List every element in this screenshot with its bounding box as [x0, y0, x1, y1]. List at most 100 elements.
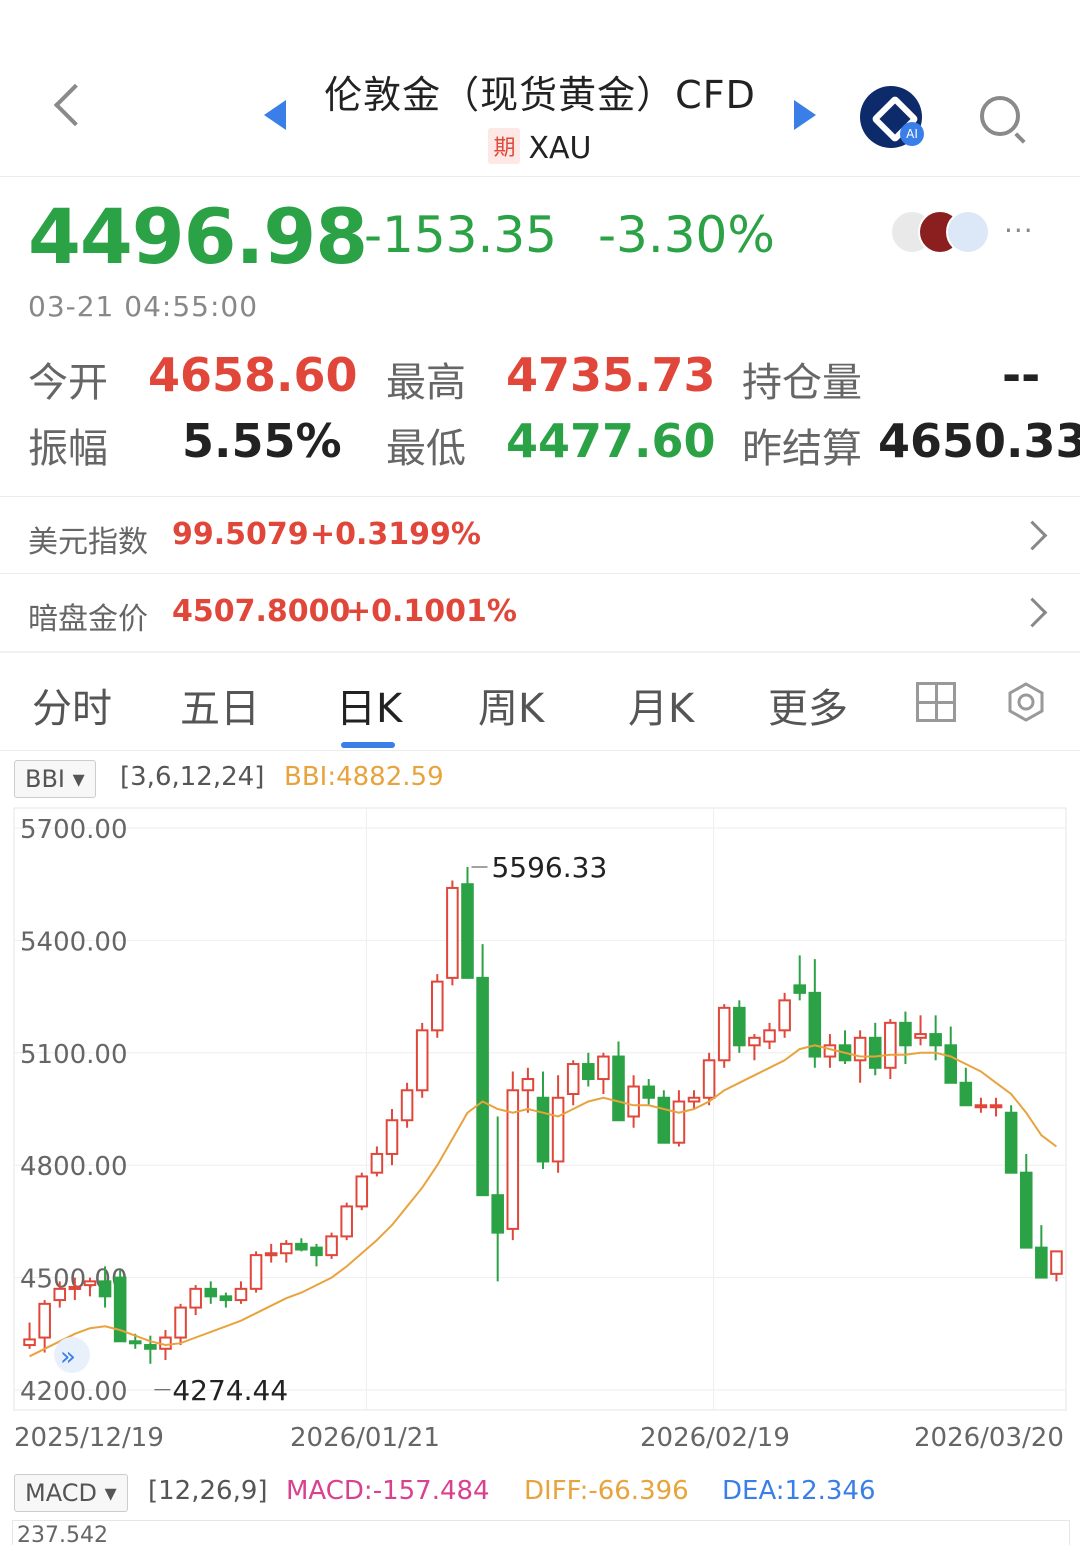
back-icon[interactable]	[53, 83, 97, 127]
weibo-icon	[946, 210, 990, 254]
candle-body	[884, 1021, 897, 1069]
related-label: 美元指数	[28, 525, 148, 560]
instrument-subtitle: 期 XAU	[430, 128, 650, 166]
tab-daily-k[interactable]: 日K	[336, 676, 402, 734]
candle-body	[295, 1242, 308, 1251]
amplitude-value: 5.55%	[182, 414, 342, 468]
candle-body	[687, 1096, 701, 1103]
search-icon[interactable]	[980, 96, 1020, 136]
tab-five-day[interactable]: 五日	[180, 676, 260, 734]
candle-body	[1050, 1250, 1063, 1275]
tab-weekly-k[interactable]: 周K	[478, 676, 544, 734]
divider	[0, 651, 1080, 653]
low-label: 最低	[386, 426, 466, 472]
more-options-icon[interactable]: ···	[1004, 214, 1034, 247]
low-value: 4477.60	[506, 414, 716, 468]
candle-body	[521, 1078, 535, 1092]
y-tick-label: 4500.00	[20, 1265, 128, 1295]
candle-body	[1004, 1111, 1018, 1174]
candle-body	[189, 1287, 202, 1309]
candle-body	[959, 1081, 973, 1107]
candle-body	[23, 1338, 36, 1347]
candle-body	[98, 1280, 112, 1298]
settings-icon[interactable]	[1006, 682, 1046, 722]
price-change-percent: -3.30%	[598, 206, 775, 264]
macd-name: MACD	[25, 1479, 97, 1507]
candle-body	[204, 1287, 218, 1298]
related-value: 99.5079	[172, 517, 309, 552]
candle-body	[793, 984, 807, 994]
prev-settle-value: 4650.33	[878, 414, 1080, 468]
chevron-right-icon	[1017, 520, 1048, 551]
min-price-label: 4274.44	[172, 1374, 288, 1407]
candle-body	[597, 1055, 610, 1081]
macd-diff: DIFF:-66.396	[524, 1476, 689, 1506]
x-tick-label: 2026/02/19	[640, 1423, 790, 1453]
kline-chart[interactable]: 5700.00 5400.00 5100.00 4800.00 4500.00 4200.…	[0, 800, 1080, 1500]
candle-body	[612, 1055, 625, 1122]
next-symbol-icon[interactable]	[794, 100, 816, 130]
candle-body	[748, 1036, 761, 1047]
x-tick-label: 2026/01/21	[290, 1423, 440, 1453]
candle-body	[536, 1096, 550, 1163]
prev-settle-label: 昨结算	[742, 426, 862, 472]
y-tick-label: 4200.00	[20, 1377, 128, 1407]
candle-body	[279, 1242, 293, 1255]
candle-body	[582, 1063, 595, 1081]
community-avatars[interactable]	[890, 210, 990, 254]
tab-monthly-k[interactable]: 月K	[628, 676, 694, 734]
candle-body	[974, 1104, 988, 1109]
candle-body	[144, 1344, 157, 1350]
ai-label: AI	[900, 122, 924, 146]
candle-body	[400, 1089, 414, 1122]
candle-body	[1019, 1171, 1033, 1249]
tab-more[interactable]: 更多	[768, 676, 848, 734]
active-tab-indicator	[341, 742, 395, 748]
instrument-symbol: XAU	[528, 131, 592, 166]
macd-select[interactable]: MACD ▾	[14, 1474, 128, 1512]
related-change: +0.3199%	[310, 517, 481, 552]
candle-body	[174, 1306, 187, 1339]
instrument-title: 伦敦金（现货黄金）CFD	[324, 73, 756, 117]
candle-body	[461, 883, 474, 979]
candle-body	[944, 1044, 958, 1084]
ai-assistant-icon[interactable]: AI	[860, 86, 924, 148]
related-row-dxy[interactable]: 美元指数 99.5079 +0.3199%	[0, 497, 1080, 573]
candle-body	[733, 1006, 746, 1047]
x-tick-label: 2025/12/19	[14, 1423, 164, 1453]
candle-body	[627, 1085, 640, 1118]
y-tick-label: 4800.00	[20, 1152, 128, 1182]
top-nav-bar: 伦敦金（现货黄金）CFD 期 XAU AI	[0, 0, 1080, 177]
candle-body	[68, 1285, 82, 1290]
chevron-right-icon	[1017, 597, 1048, 628]
related-value: 4507.8000	[172, 594, 351, 629]
candle-body	[989, 1104, 1003, 1109]
previous-symbol-icon[interactable]	[264, 100, 286, 130]
candle-body	[370, 1152, 384, 1174]
candle-body	[868, 1036, 882, 1069]
related-row-dark-gold[interactable]: 暗盘金价 4507.8000 +0.1001%	[0, 574, 1080, 650]
layout-grid-icon[interactable]	[916, 682, 956, 722]
open-label: 今开	[28, 360, 108, 406]
y-tick-label: 5700.00	[20, 815, 128, 845]
related-label: 暗盘金价	[28, 602, 148, 637]
candle-body	[53, 1287, 67, 1302]
candle-body	[717, 1006, 731, 1062]
candle-body	[657, 1096, 671, 1144]
macd-value: MACD:-157.484	[286, 1476, 490, 1506]
candle-body	[642, 1085, 655, 1099]
candle-body	[83, 1280, 97, 1287]
candle-body	[551, 1096, 565, 1163]
open-value: 4658.60	[148, 348, 358, 402]
futures-badge: 期	[488, 128, 521, 164]
candle-body	[476, 976, 489, 1197]
candle-body	[672, 1100, 686, 1144]
tab-intraday[interactable]: 分时	[32, 676, 112, 734]
candle-body	[763, 1029, 776, 1043]
price-change: -153.35	[364, 206, 557, 264]
candle-body	[1035, 1246, 1048, 1279]
candle-body	[899, 1021, 912, 1047]
related-change: +0.1001%	[346, 594, 517, 629]
candle-body	[264, 1252, 278, 1257]
indicator-select[interactable]: BBI ▾	[14, 760, 96, 798]
